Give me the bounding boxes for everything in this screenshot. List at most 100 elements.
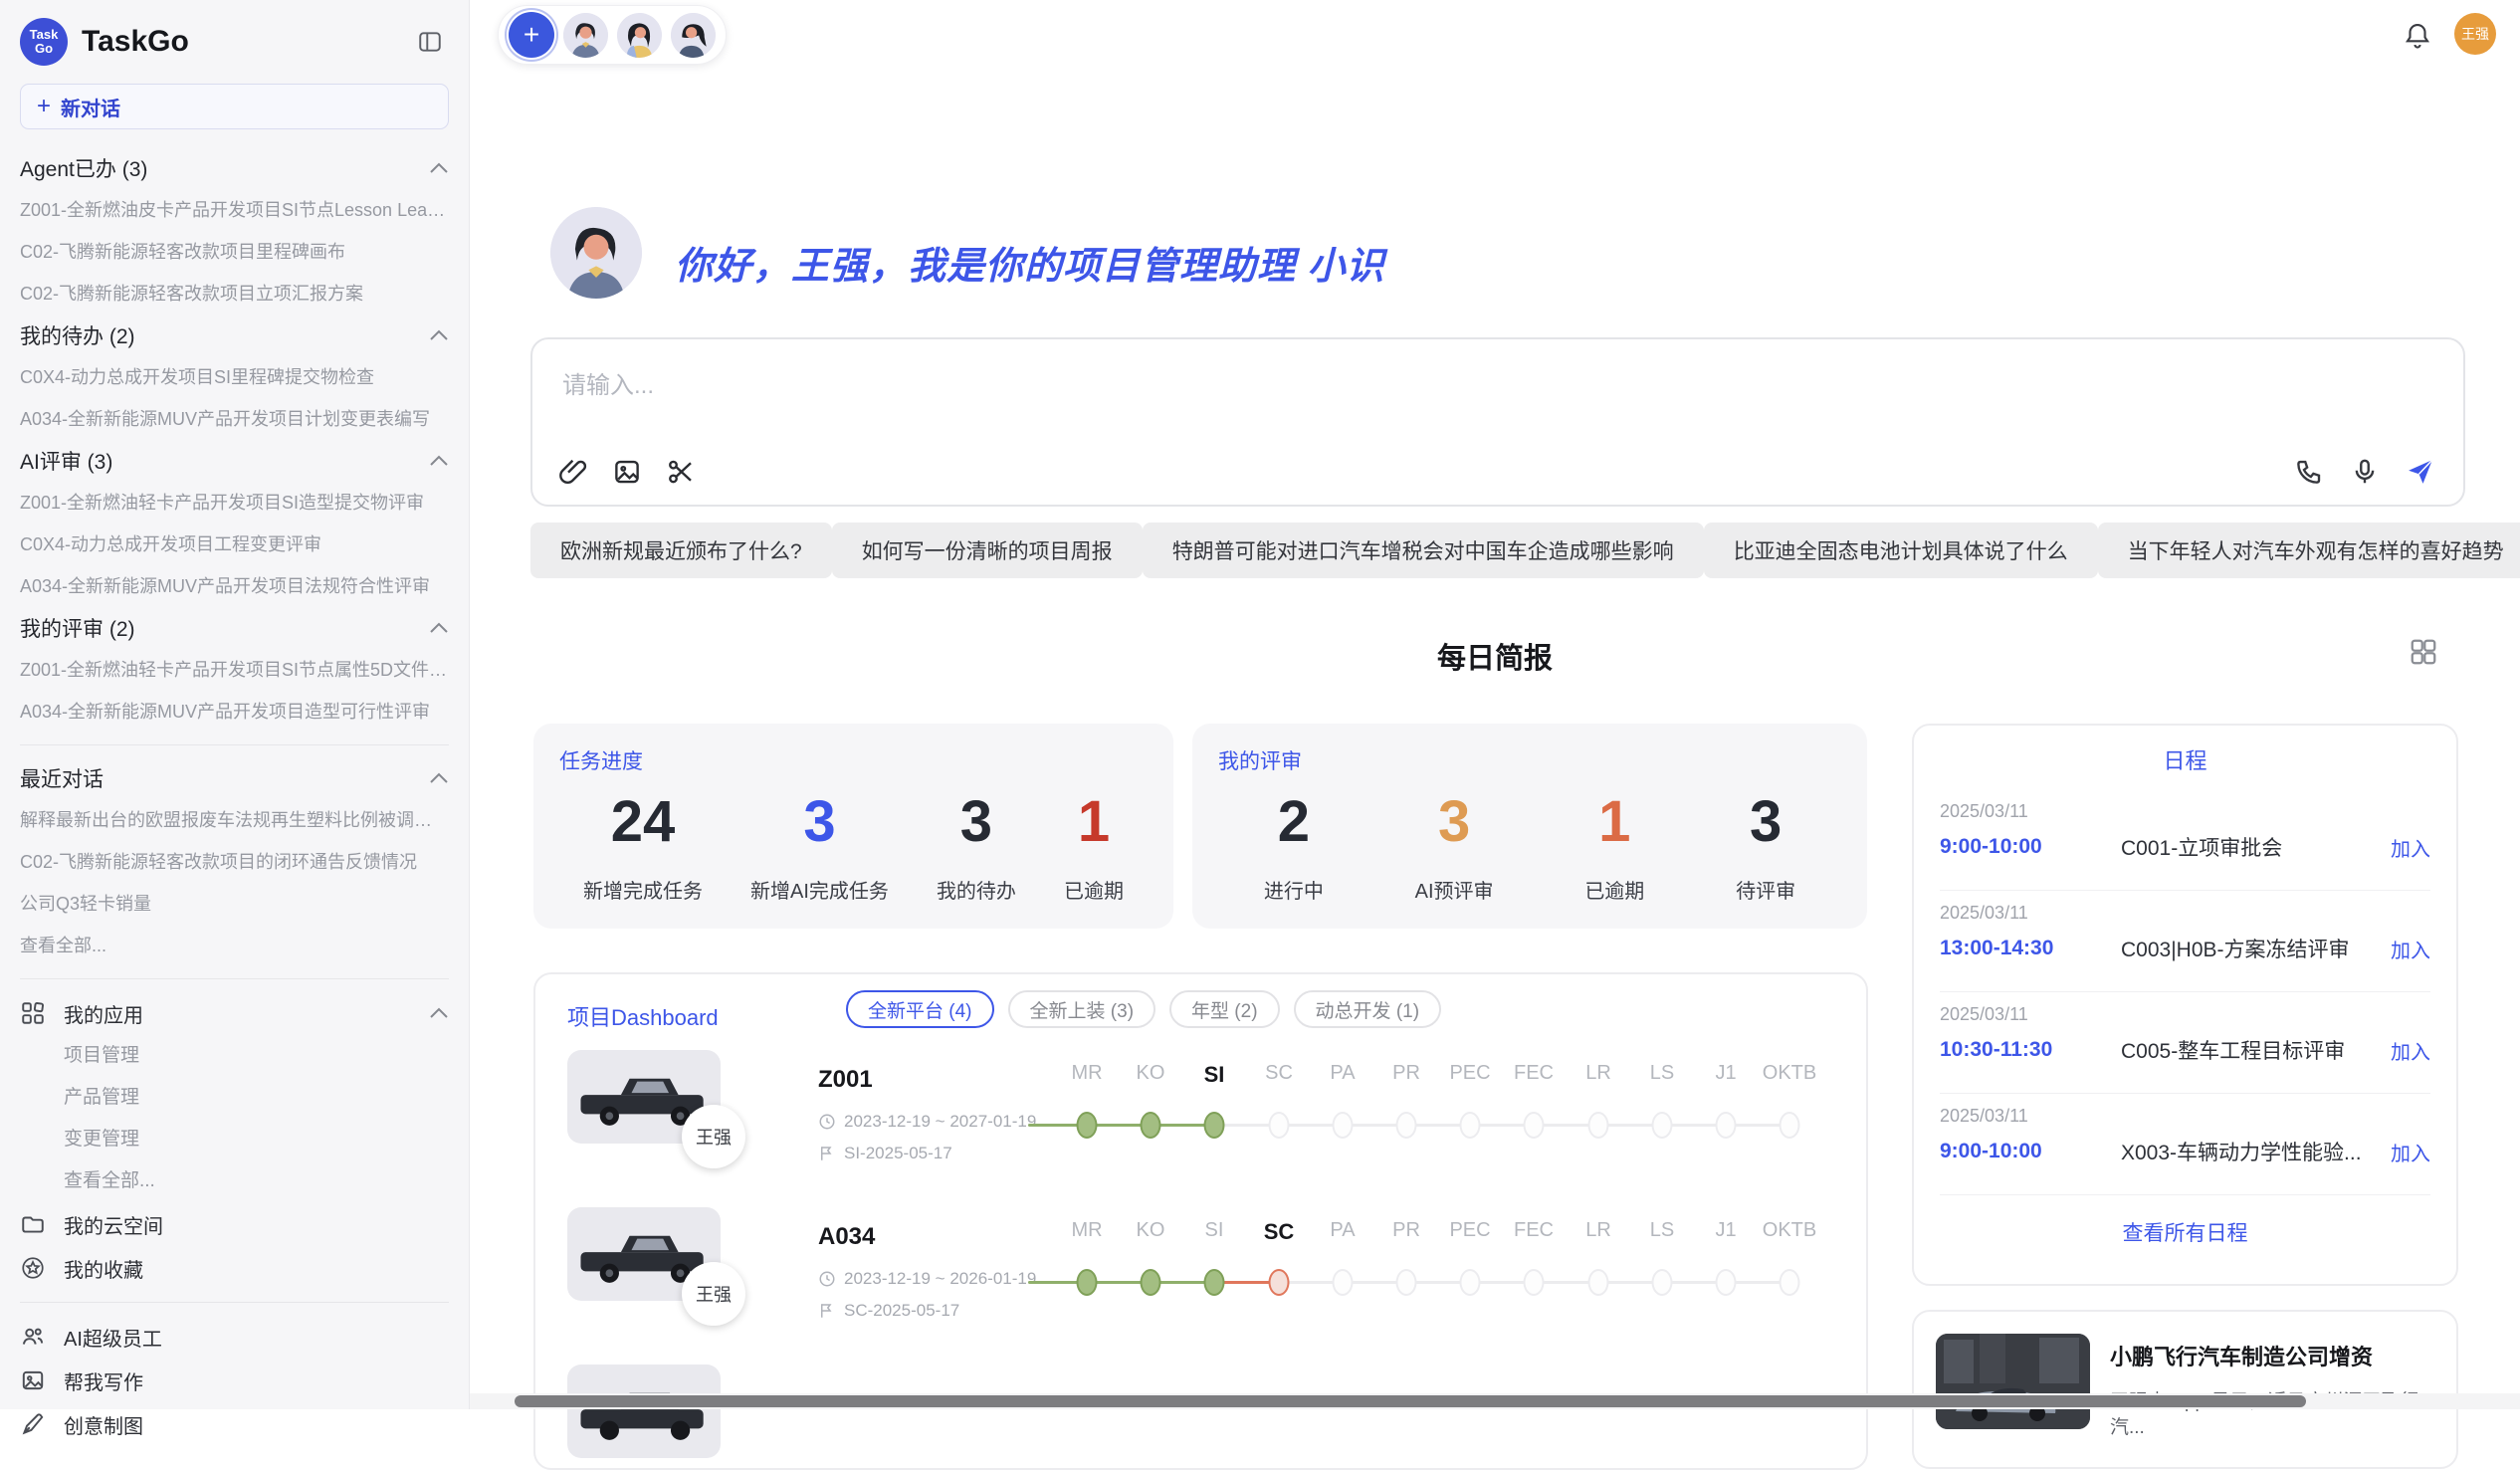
sidebar-item[interactable]: C0X4-动力总成开发项目工程变更评审 <box>20 524 449 565</box>
send-icon[interactable] <box>2406 457 2435 487</box>
dashboard-tab-platform[interactable]: 全新平台 (4) <box>846 990 994 1028</box>
project-owner-badge: 王强 <box>682 1105 745 1168</box>
view-all-schedule-link[interactable]: 查看所有日程 <box>1914 1217 2456 1247</box>
sidebar-item[interactable]: C02-飞腾新能源轻客改款项目立项汇报方案 <box>20 273 449 315</box>
milestone-node <box>1588 1269 1609 1296</box>
project-row-a034[interactable]: 王强 A034 2023-12-19 ~ 2026-01-19 SC-2025-… <box>535 1207 1866 1365</box>
horizontal-scrollbar-thumb[interactable] <box>515 1395 2306 1407</box>
sidebar-item[interactable]: A034-全新新能源MUV产品开发项目法规符合性评审 <box>20 565 449 607</box>
chevron-up-icon[interactable] <box>429 772 449 784</box>
app-item-project-mgmt[interactable]: 项目管理 <box>20 1035 449 1077</box>
milestone-label-current: SC <box>1264 1219 1295 1245</box>
schedule-event[interactable]: 2025/03/11 13:00-14:30 C003|H0B-方案冻结评审 加… <box>1914 891 2456 979</box>
timeline-progress <box>1028 1124 1214 1127</box>
sidebar-collapse-icon[interactable] <box>417 29 443 55</box>
milestone-label: J1 <box>1715 1062 1736 1085</box>
attachment-icon[interactable] <box>558 457 588 487</box>
project-row-partial <box>535 1365 1866 1470</box>
sidebar-item[interactable]: Z001-全新燃油轻卡产品开发项目SI节点属性5D文件评审 <box>20 649 449 691</box>
schedule-event[interactable]: 2025/03/11 10:30-11:30 C005-整车工程目标评审 加入 <box>1914 992 2456 1081</box>
recent-chat-item[interactable]: 解释最新出台的欧盟报废车法规再生塑料比例被调至15%... <box>20 799 449 841</box>
chat-composer[interactable]: 请输入... <box>530 337 2465 507</box>
join-link[interactable]: 加入 <box>2391 1036 2430 1065</box>
sidebar-item-ai-super-staff[interactable]: AI超级员工 <box>20 1315 449 1359</box>
phone-call-icon[interactable] <box>2294 457 2324 487</box>
add-agent-button[interactable]: + <box>509 12 554 58</box>
daily-briefing-title: 每日简报 <box>470 635 2520 677</box>
image-upload-icon[interactable] <box>612 457 642 487</box>
join-link[interactable]: 加入 <box>2391 1138 2430 1166</box>
app-logo: Task Go <box>20 18 68 66</box>
chevron-up-icon[interactable] <box>429 162 449 174</box>
sidebar-item-help-write[interactable]: 帮我写作 <box>20 1359 449 1402</box>
milestone-node <box>1077 1112 1098 1139</box>
recent-chat-item[interactable]: C02-飞腾新能源轻客改款项目的闭环通告反馈情况 <box>20 841 449 883</box>
section-recent-chats[interactable]: 最近对话 <box>20 757 449 799</box>
section-my-todo[interactable]: 我的待办 (2) <box>20 315 449 356</box>
view-all-chats-link[interactable]: 查看全部... <box>20 925 449 966</box>
chevron-up-icon[interactable] <box>429 1007 449 1019</box>
microphone-icon[interactable] <box>2350 457 2380 487</box>
suggestion-chip[interactable]: 当下年轻人对汽车外观有怎样的喜好趋势 <box>2098 523 2520 578</box>
project-flag-date: SI-2025-05-17 <box>818 1144 952 1163</box>
clock-icon <box>818 1270 836 1288</box>
section-my-review[interactable]: 我的评审 (2) <box>20 607 449 649</box>
milestone-node <box>1524 1112 1545 1139</box>
sidebar-item-cloud-space[interactable]: 我的云空间 <box>20 1202 449 1246</box>
project-row-z001[interactable]: 王强 Z001 2023-12-19 ~ 2027-01-19 SI-2025-… <box>535 1050 1866 1207</box>
new-chat-button[interactable]: + 新对话 <box>20 84 449 129</box>
sidebar-lists: Agent已办 (3) Z001-全新燃油皮卡产品开发项目SI节点Lesson … <box>20 147 449 1446</box>
sidebar-item[interactable]: Z001-全新燃油皮卡产品开发项目SI节点Lesson Learn报告 <box>20 189 449 231</box>
suggestion-chip[interactable]: 特朗普可能对进口汽车增税会对中国车企造成哪些影响 <box>1143 523 1704 578</box>
section-agent-done[interactable]: Agent已办 (3) <box>20 147 449 189</box>
milestone-label: LR <box>1585 1219 1611 1242</box>
scissors-icon[interactable] <box>666 457 696 487</box>
recent-chat-item[interactable]: 公司Q3轻卡销量 <box>20 883 449 925</box>
project-owner-badge: 王强 <box>682 1262 745 1326</box>
section-my-apps[interactable]: 我的应用 <box>20 991 449 1035</box>
dashboard-tab-upfit[interactable]: 全新上装 (3) <box>1008 990 1156 1028</box>
join-link[interactable]: 加入 <box>2391 935 2430 963</box>
layout-grid-icon[interactable] <box>2409 637 2438 667</box>
user-avatar[interactable]: 王强 <box>2454 13 2496 55</box>
milestone-node <box>1077 1269 1098 1296</box>
milestone-node <box>1780 1269 1800 1296</box>
app-item-change-mgmt[interactable]: 变更管理 <box>20 1119 449 1160</box>
milestone-label: LR <box>1585 1062 1611 1085</box>
join-link[interactable]: 加入 <box>2391 833 2430 862</box>
milestone-label: LS <box>1650 1062 1674 1085</box>
agent-avatar[interactable] <box>617 13 662 58</box>
milestone-node <box>1396 1269 1417 1296</box>
sidebar-item-favorites[interactable]: 我的收藏 <box>20 1246 449 1290</box>
milestone-label: OKTB <box>1763 1219 1816 1242</box>
notification-bell-icon[interactable] <box>2403 20 2432 50</box>
chevron-up-icon[interactable] <box>429 329 449 341</box>
schedule-event[interactable]: 2025/03/11 9:00-10:00 C001-立项审批会 加入 <box>1914 789 2456 878</box>
sidebar-item[interactable]: A034-全新新能源MUV产品开发项目造型可行性评审 <box>20 691 449 733</box>
suggestion-chip[interactable]: 比亚迪全固态电池计划具体说了什么 <box>1704 523 2098 578</box>
my-review-card: 我的评审 2 进行中 3 AI预评审 1 已逾期 3 待评审 <box>1192 724 1867 929</box>
news-card[interactable]: 小鹏飞行汽车制造公司增资 天眼查 App 显示，近日广州汇天飞行汽... <box>1912 1310 2458 1469</box>
view-all-apps-link[interactable]: 查看全部... <box>20 1160 449 1202</box>
creative-draw-label: 创意制图 <box>64 1410 143 1439</box>
dashboard-tab-powertrain[interactable]: 动总开发 (1) <box>1294 990 1442 1028</box>
project-name: Z001 <box>818 1066 873 1094</box>
chevron-up-icon[interactable] <box>429 455 449 467</box>
help-write-label: 帮我写作 <box>64 1366 143 1395</box>
section-ai-review[interactable]: AI评审 (3) <box>20 440 449 482</box>
chevron-up-icon[interactable] <box>429 622 449 634</box>
suggestion-chip[interactable]: 如何写一份清晰的项目周报 <box>832 523 1143 578</box>
sidebar-item[interactable]: Z001-全新燃油轻卡产品开发项目SI造型提交物评审 <box>20 482 449 524</box>
sidebar-item[interactable]: A034-全新新能源MUV产品开发项目计划变更表编写 <box>20 398 449 440</box>
sidebar-item[interactable]: C02-飞腾新能源轻客改款项目里程碑画布 <box>20 231 449 273</box>
suggestion-chip[interactable]: 欧洲新规最近颁布了什么? <box>530 523 832 578</box>
stat-review-overdue: 1 已逾期 <box>1584 783 1644 904</box>
news-title[interactable]: 小鹏飞行汽车制造公司增资 <box>2110 1340 2434 1371</box>
dashboard-tab-model-year[interactable]: 年型 (2) <box>1169 990 1280 1028</box>
agent-avatar[interactable] <box>563 13 608 58</box>
milestone-node <box>1716 1269 1737 1296</box>
agent-avatar[interactable] <box>671 13 716 58</box>
sidebar-item[interactable]: C0X4-动力总成开发项目SI里程碑提交物检查 <box>20 356 449 398</box>
app-item-product-mgmt[interactable]: 产品管理 <box>20 1077 449 1119</box>
schedule-event[interactable]: 2025/03/11 9:00-10:00 X003-车辆动力学性能验... 加… <box>1914 1094 2456 1182</box>
